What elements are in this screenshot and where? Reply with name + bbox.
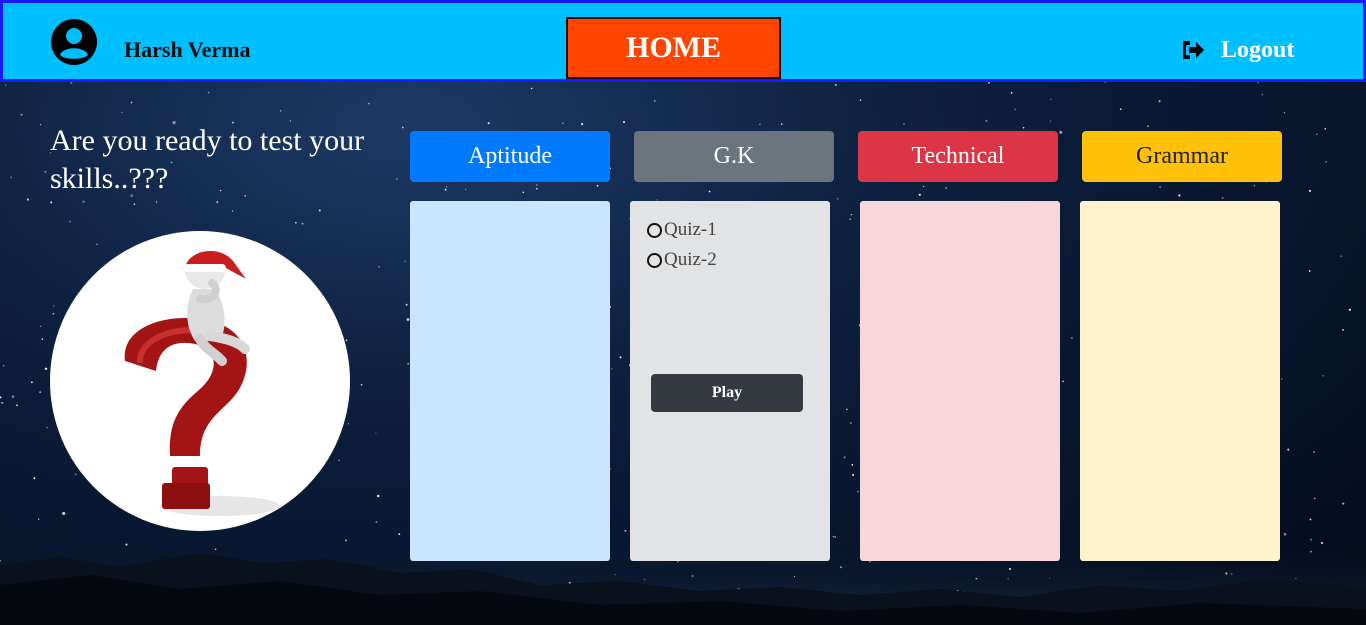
logout-label: Logout	[1221, 36, 1295, 63]
quiz-label: Quiz-2	[664, 249, 717, 270]
thinking-figure-on-question-mark-icon	[124, 250, 280, 516]
top-navbar: Harsh Verma HOME Logout	[0, 0, 1366, 82]
radio-button-icon[interactable]	[647, 222, 662, 238]
gk-panel: Quiz-1 Quiz-2 Play	[630, 201, 830, 561]
aptitude-panel	[410, 201, 610, 561]
sign-out-icon	[1183, 41, 1204, 59]
grammar-panel	[1080, 201, 1280, 561]
logout-button[interactable]: Logout	[1179, 33, 1294, 67]
home-button[interactable]: HOME	[566, 17, 781, 79]
user-name: Harsh Verma	[124, 37, 251, 62]
hero-tagline: Are you ready to test your skills..???	[50, 124, 365, 195]
user-circle-icon[interactable]	[49, 17, 99, 67]
quiz-option[interactable]: Quiz-2	[647, 249, 717, 271]
quiz-option[interactable]: Quiz-1	[647, 219, 717, 241]
category-aptitude-button[interactable]: Aptitude	[410, 131, 610, 182]
category-technical-button[interactable]: Technical	[858, 131, 1058, 182]
play-button[interactable]: Play	[651, 374, 803, 412]
technical-panel	[860, 201, 1060, 561]
category-gk-button[interactable]: G.K	[634, 131, 834, 182]
question-mark-illustration	[50, 231, 350, 531]
radio-button-icon[interactable]	[647, 252, 662, 268]
category-grammar-button[interactable]: Grammar	[1082, 131, 1282, 182]
quiz-label: Quiz-1	[664, 219, 717, 240]
